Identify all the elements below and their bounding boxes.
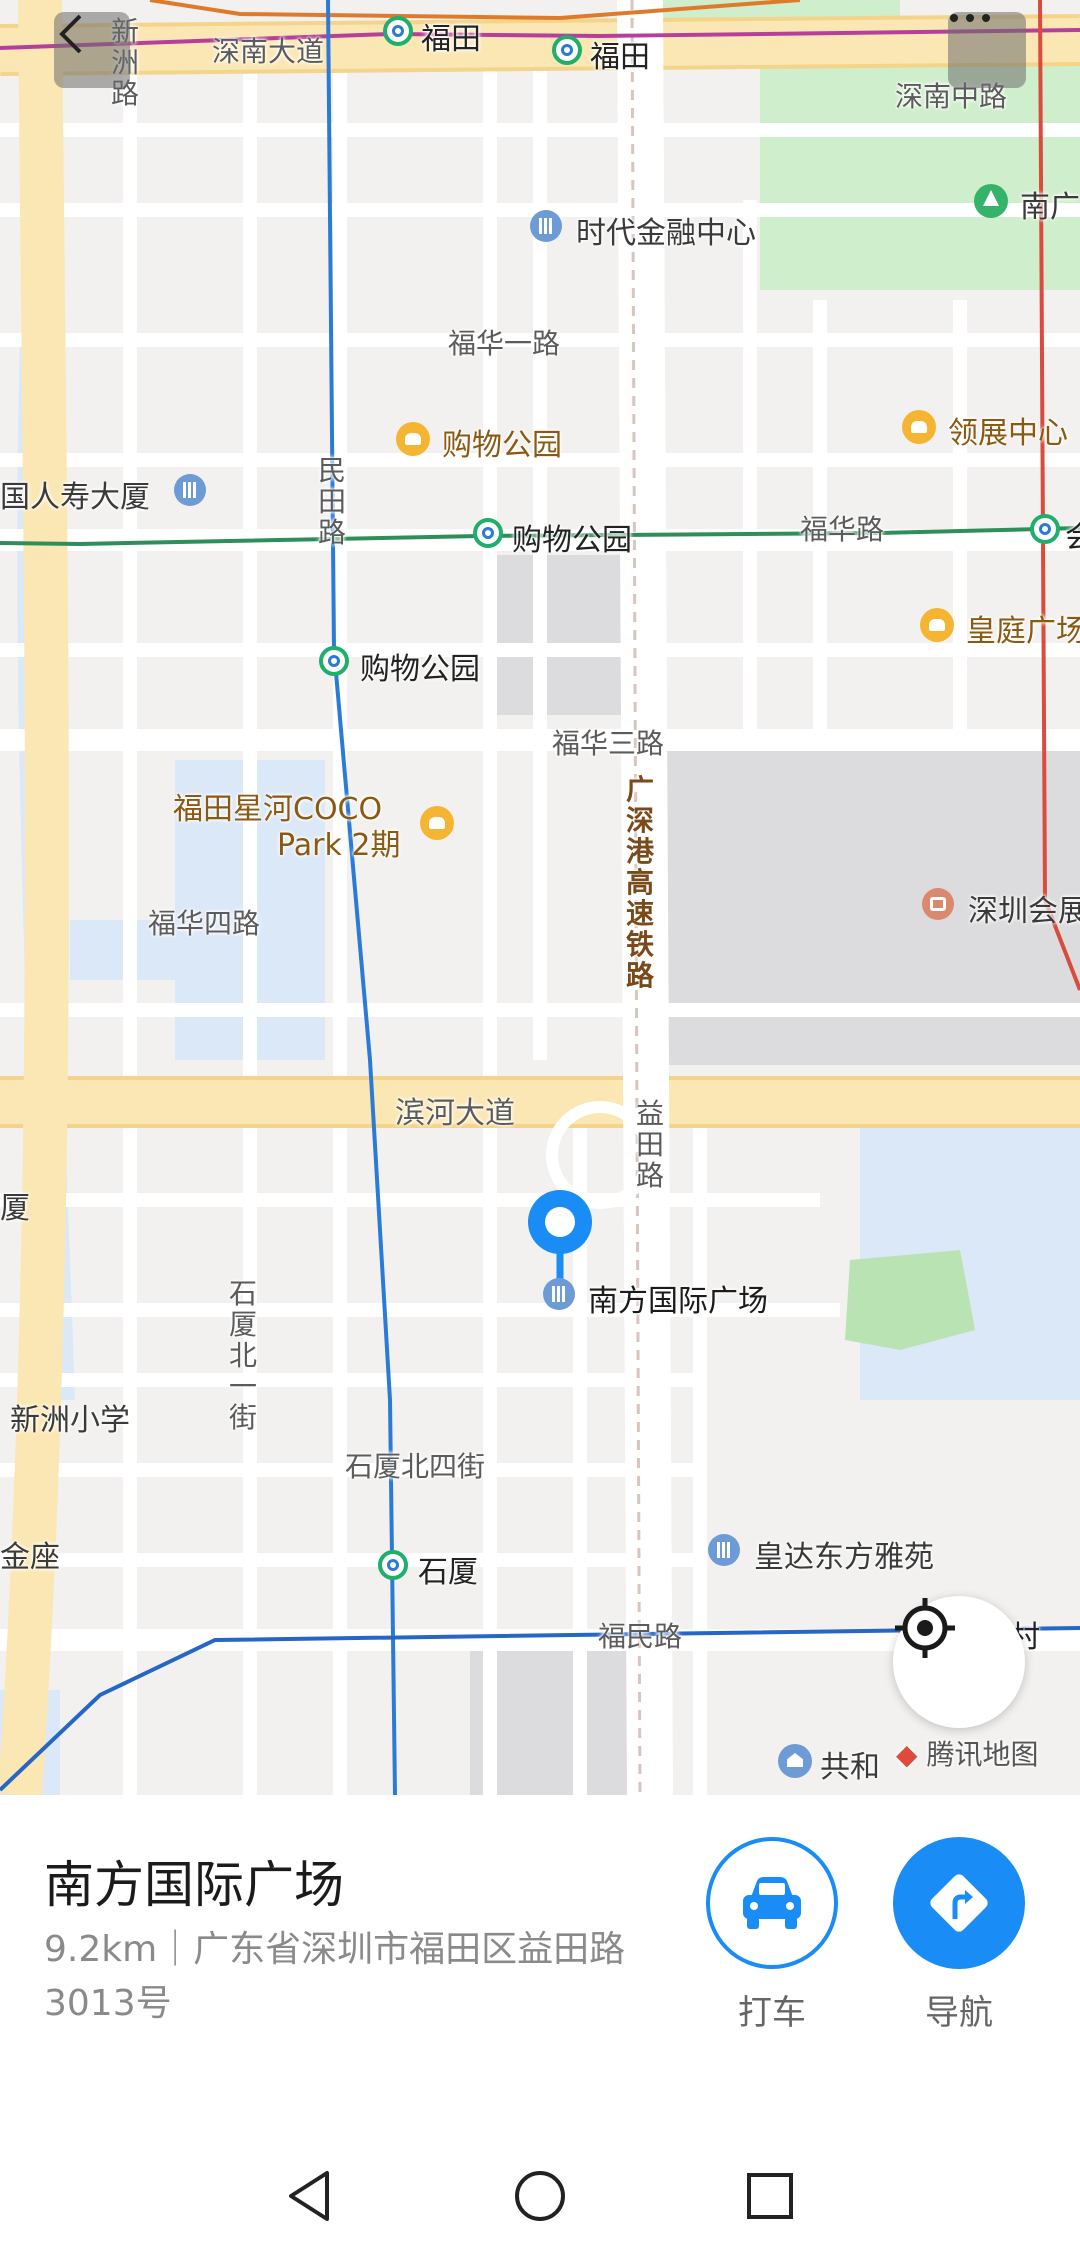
metro-station-label[interactable]: 石厦	[418, 1547, 478, 1591]
road-label: 福华四路	[148, 907, 261, 940]
poi-label[interactable]: 时代金融中心	[576, 208, 756, 252]
metro-station-icon	[552, 35, 582, 65]
poi-label[interactable]: 购物公园	[442, 420, 562, 464]
nav-back-icon	[289, 2171, 329, 2221]
poi-label[interactable]: 共和	[820, 1742, 880, 1786]
poi-label[interactable]: 南广	[1020, 182, 1080, 226]
metro-station-label[interactable]: 购物公园	[360, 644, 480, 688]
navigate-button[interactable]: 导航	[893, 1837, 1025, 2034]
poi-label[interactable]: 新洲小学	[10, 1395, 130, 1439]
metro-station-label[interactable]: 购物公园	[512, 515, 632, 559]
road-label: 福华路	[800, 513, 885, 546]
building-icon	[708, 1534, 740, 1566]
metro-station-label[interactable]: 福田	[590, 32, 650, 76]
taxi-label: 打车	[738, 1993, 806, 2033]
shopping-icon	[396, 422, 430, 456]
road-label: 益田路	[635, 1097, 664, 1192]
road-label: 福民路	[598, 1620, 683, 1653]
park-icon	[974, 184, 1008, 218]
poi-label[interactable]: 厦	[0, 1183, 30, 1227]
place-address: 9.2km｜广东省深圳市福田区益田路3013号	[44, 1929, 626, 2024]
metro-station-icon	[473, 518, 503, 548]
poi-label[interactable]: 领展中心	[948, 408, 1068, 452]
metro-station-icon	[1030, 514, 1060, 544]
more-button[interactable]	[948, 12, 1026, 88]
car-icon	[743, 1877, 801, 1929]
crosshair-icon	[895, 1598, 955, 1658]
nav-back-button[interactable]	[280, 2166, 340, 2226]
metro-station-icon	[378, 1550, 408, 1580]
poi-label[interactable]: 深圳会展	[968, 886, 1080, 930]
system-nav-bar	[0, 2130, 1080, 2247]
navigate-label: 导航	[925, 1993, 993, 2033]
watermark-text: 腾讯地图	[926, 1738, 1039, 1771]
selected-poi-label[interactable]: 南方国际广场	[588, 1276, 768, 1320]
nav-home-button[interactable]	[510, 2166, 570, 2226]
place-title: 南方国际广场	[44, 1856, 344, 1914]
map-canvas	[0, 0, 1080, 1795]
railway-label: 广深港高速铁路	[625, 773, 654, 992]
place-card: 南方国际广场 9.2km｜广东省深圳市福田区益田路3013号 打车 导航	[0, 1795, 1080, 2055]
metro-station-icon	[383, 16, 413, 46]
compass-icon: ◆	[896, 1738, 918, 1771]
shopping-icon	[902, 410, 936, 444]
venue-icon	[922, 888, 954, 920]
poi-label[interactable]: 国人寿大厦	[0, 472, 150, 516]
navigate-button-circle[interactable]	[893, 1837, 1025, 1969]
building-icon	[530, 210, 562, 242]
metro-station-icon	[319, 646, 349, 676]
shopping-icon	[920, 608, 954, 642]
road-label: 深南大道	[212, 35, 325, 68]
poi-label[interactable]: 皇达东方雅苑	[754, 1532, 934, 1576]
locate-button[interactable]	[893, 1596, 1025, 1728]
metro-station-label[interactable]: 福田	[421, 14, 481, 58]
map-watermark: ◆ 腾讯地图	[896, 1733, 1038, 1773]
road-label: 石厦北一街	[228, 1277, 257, 1434]
residence-icon	[778, 1744, 812, 1778]
road-label: 福华一路	[448, 327, 561, 360]
poi-label[interactable]: 金座	[0, 1532, 60, 1576]
road-label: 民田路	[317, 454, 346, 549]
poi-label[interactable]: 皇庭广场	[966, 606, 1080, 650]
road-label: 石厦北四街	[345, 1450, 486, 1483]
poi-label[interactable]: Park 2期	[277, 820, 400, 864]
taxi-button-circle[interactable]	[706, 1837, 838, 1969]
building-icon	[174, 474, 206, 506]
navigate-icon	[930, 1874, 988, 1932]
map-view[interactable]: 深南大道 深南中路 福华一路 福华路 福华三路 福华四路 滨河大道 福民路 石厦…	[0, 0, 1080, 1795]
more-dots-icon	[950, 14, 990, 22]
taxi-button[interactable]: 打车	[706, 1837, 838, 2034]
road-label: 福华三路	[552, 727, 665, 760]
road-label: 滨河大道	[395, 1096, 515, 1131]
metro-station-label[interactable]: 会	[1065, 512, 1080, 556]
back-button[interactable]	[54, 12, 130, 88]
nav-recents-button[interactable]	[740, 2166, 800, 2226]
nav-home-icon	[515, 2171, 565, 2221]
shopping-icon	[420, 806, 454, 840]
nav-recents-icon	[747, 2173, 793, 2219]
building-icon	[543, 1278, 575, 1310]
chevron-left-icon	[59, 14, 82, 54]
